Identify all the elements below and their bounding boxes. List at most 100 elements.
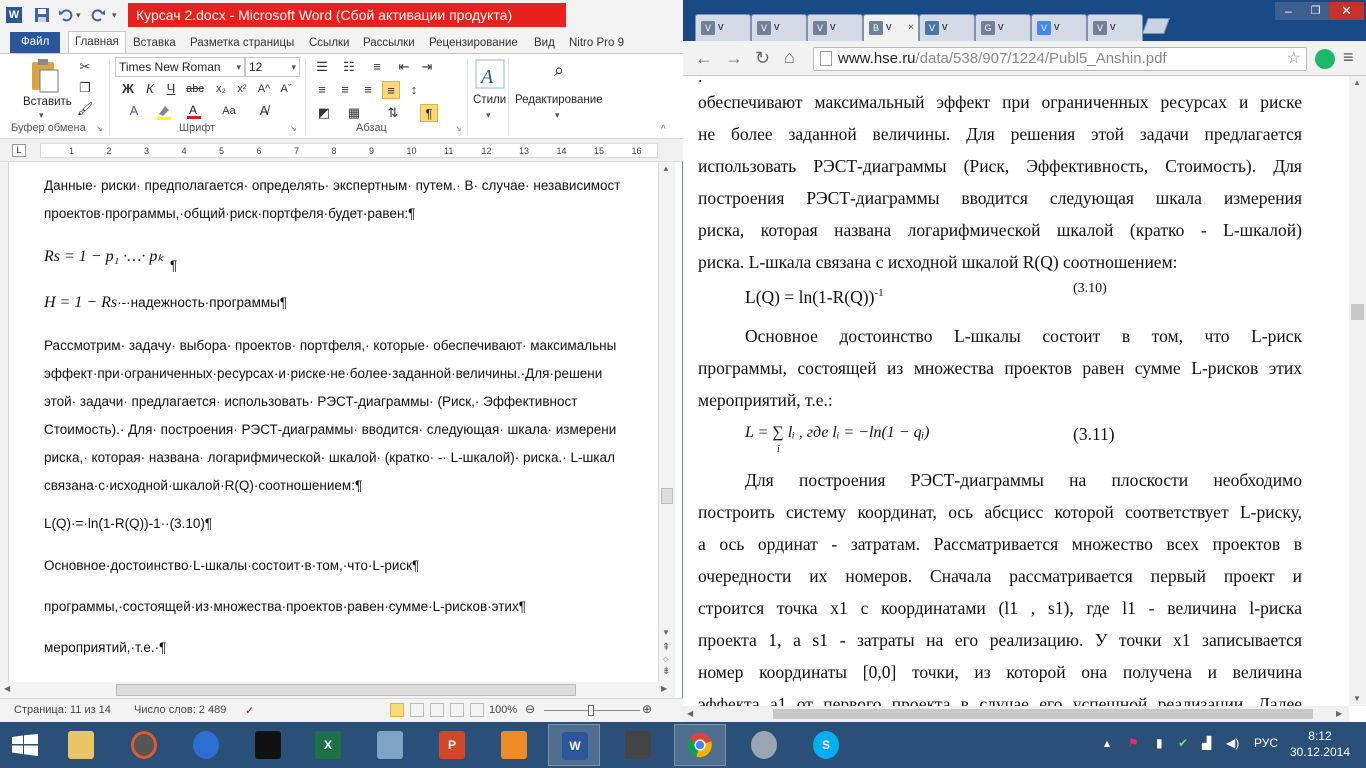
subscript-icon[interactable]: x₂ (212, 80, 230, 98)
bullets-icon[interactable]: ☰ (313, 58, 331, 76)
scrollbar-thumb[interactable] (661, 488, 673, 504)
extension-icon[interactable] (1315, 49, 1335, 69)
pdf-horizontal-scrollbar[interactable]: ◀ ▶ (683, 706, 1349, 722)
web-layout-icon[interactable] (430, 703, 444, 717)
browser-tab[interactable]: Vv (751, 14, 807, 41)
italic-icon[interactable]: К (141, 80, 159, 98)
scroll-down-icon[interactable]: ▼ (662, 628, 670, 637)
numbering-icon[interactable]: ☷ (340, 58, 358, 76)
taskbar-calculator[interactable] (364, 724, 416, 766)
font-name-combo[interactable]: Times New Roman ▾ (115, 57, 245, 77)
save-icon[interactable] (34, 7, 50, 23)
taskbar-app[interactable] (242, 724, 294, 766)
paste-dropdown-icon[interactable]: ▾ (39, 110, 44, 121)
align-right-icon[interactable]: ≡ (359, 81, 377, 99)
taskbar-skype[interactable]: S (800, 724, 852, 766)
paste-button[interactable]: Вставить (23, 96, 72, 108)
grow-font-icon[interactable]: A^ (255, 80, 273, 98)
multilevel-list-icon[interactable]: ≡ (368, 58, 386, 76)
word-app-icon[interactable]: W (6, 7, 22, 23)
star-icon[interactable]: ☆ (1287, 48, 1301, 70)
start-button[interactable] (12, 734, 38, 756)
draft-icon[interactable] (470, 703, 484, 717)
sort-icon[interactable]: ⇅ (384, 104, 402, 122)
taskbar-powerpoint[interactable]: P (426, 724, 478, 766)
menu-icon[interactable]: ≡ (1343, 47, 1354, 68)
taskbar-app[interactable] (118, 724, 170, 766)
prev-page-icon[interactable]: ⇞ (662, 642, 670, 653)
browser-tab[interactable]: Gv (975, 14, 1031, 41)
tab-page-layout[interactable]: Разметка страницы (190, 33, 294, 53)
styles-button[interactable]: Стили (473, 94, 506, 106)
zoom-slider-thumb[interactable] (588, 705, 594, 716)
clock[interactable]: 8:12 30.12.2014 (1290, 728, 1350, 760)
back-icon[interactable]: ← (695, 48, 713, 69)
browser-tab[interactable]: Vv (695, 14, 751, 41)
tab-file[interactable]: Файл (10, 32, 61, 53)
pdf-vertical-scrollbar[interactable]: ▲ ▼ (1349, 76, 1366, 706)
clear-format-icon[interactable]: A̸ (255, 102, 273, 120)
vertical-scrollbar[interactable]: ▲ ▼ ⇞ ○ ⇟ (658, 162, 675, 682)
zoom-level[interactable]: 100% (489, 704, 517, 716)
editing-button[interactable]: Редактирование (515, 94, 603, 106)
next-page-icon[interactable]: ⇟ (662, 666, 670, 677)
tray-device-icon[interactable]: ▮ (1156, 736, 1163, 750)
browser-tab-active[interactable]: Bv × (863, 14, 919, 42)
outline-icon[interactable] (450, 703, 464, 717)
browser-tab[interactable]: Vv (1031, 14, 1087, 41)
browser-tab[interactable]: Vv (1087, 14, 1143, 41)
network-signal-icon[interactable]: ▟ (1202, 736, 1211, 750)
scrollbar-thumb[interactable] (773, 709, 1313, 719)
paste-icon[interactable] (28, 58, 62, 96)
tab-nitro[interactable]: Nitro Pro 9 (569, 33, 624, 53)
highlight-icon[interactable] (155, 102, 173, 120)
horizontal-scrollbar[interactable]: ◀ ▶ (0, 682, 675, 698)
binoculars-icon[interactable]: ⌕ (545, 60, 573, 86)
zoom-in-icon[interactable]: ⊕ (642, 702, 652, 716)
print-layout-icon[interactable] (390, 703, 404, 717)
cut-icon[interactable]: ✂ (76, 58, 94, 76)
volume-icon[interactable]: ◀) (1226, 736, 1239, 750)
zoom-out-icon[interactable]: ⊖ (525, 702, 535, 716)
address-bar[interactable]: www.hse.ru/data/538/907/1224/Publ5_Anshi… (813, 47, 1307, 71)
taskbar-video[interactable] (488, 724, 540, 766)
strikethrough-icon[interactable]: abc (186, 80, 204, 98)
tab-insert[interactable]: Вставка (133, 33, 176, 53)
shading-icon[interactable]: ◩ (315, 104, 333, 122)
text-effects-icon[interactable]: A (125, 102, 143, 120)
scroll-left-icon[interactable]: ◀ (687, 709, 693, 718)
horizontal-ruler[interactable]: L 1 2 3 4 5 6 7 8 9 10 11 12 13 14 15 16 (0, 139, 683, 162)
reload-icon[interactable]: ↻ (755, 48, 770, 69)
minimize-button[interactable]: – (1275, 2, 1302, 20)
browse-object-icon[interactable]: ○ (663, 654, 668, 664)
bold-icon[interactable]: Ж (119, 80, 137, 98)
undo-icon[interactable] (58, 7, 74, 23)
forward-icon[interactable]: → (725, 48, 743, 69)
scroll-right-icon[interactable]: ▶ (661, 684, 667, 693)
close-icon[interactable]: × (908, 15, 914, 40)
pdf-viewer[interactable]: . обеспечивают максимальный эффект при о… (683, 76, 1349, 706)
scrollbar-thumb[interactable] (116, 684, 576, 696)
tray-expand-icon[interactable]: ▴ (1104, 736, 1110, 750)
close-window-button[interactable]: ✕ (1329, 2, 1364, 20)
taskbar-app[interactable] (612, 724, 664, 766)
scroll-left-icon[interactable]: ◀ (4, 684, 10, 693)
styles-gallery-icon[interactable]: A (474, 58, 506, 92)
copy-icon[interactable]: ❐ (76, 79, 94, 97)
input-language[interactable]: РУС (1254, 736, 1278, 750)
customize-qat-icon[interactable]: ▾ (112, 7, 128, 23)
format-painter-icon[interactable]: 🖌 (76, 100, 94, 118)
tray-check-icon[interactable]: ✔ (1178, 736, 1188, 750)
maximize-button[interactable]: ❐ (1302, 2, 1329, 20)
paragraph-launcher-icon[interactable]: ↘ (455, 124, 462, 133)
font-color-icon[interactable]: A (185, 102, 203, 120)
page-count[interactable]: Страница: 11 из 14 (14, 704, 111, 716)
taskbar-chrome[interactable] (674, 724, 726, 766)
align-left-icon[interactable]: ≡ (313, 81, 331, 99)
underline-icon[interactable]: Ч (162, 80, 180, 98)
document-page[interactable]: Данные· риски· предполагается· определят… (22, 162, 658, 682)
taskbar-app[interactable] (738, 724, 790, 766)
change-case-icon[interactable]: Aa (220, 102, 238, 120)
redo-icon[interactable] (90, 7, 106, 23)
new-tab-button[interactable] (1142, 18, 1170, 34)
